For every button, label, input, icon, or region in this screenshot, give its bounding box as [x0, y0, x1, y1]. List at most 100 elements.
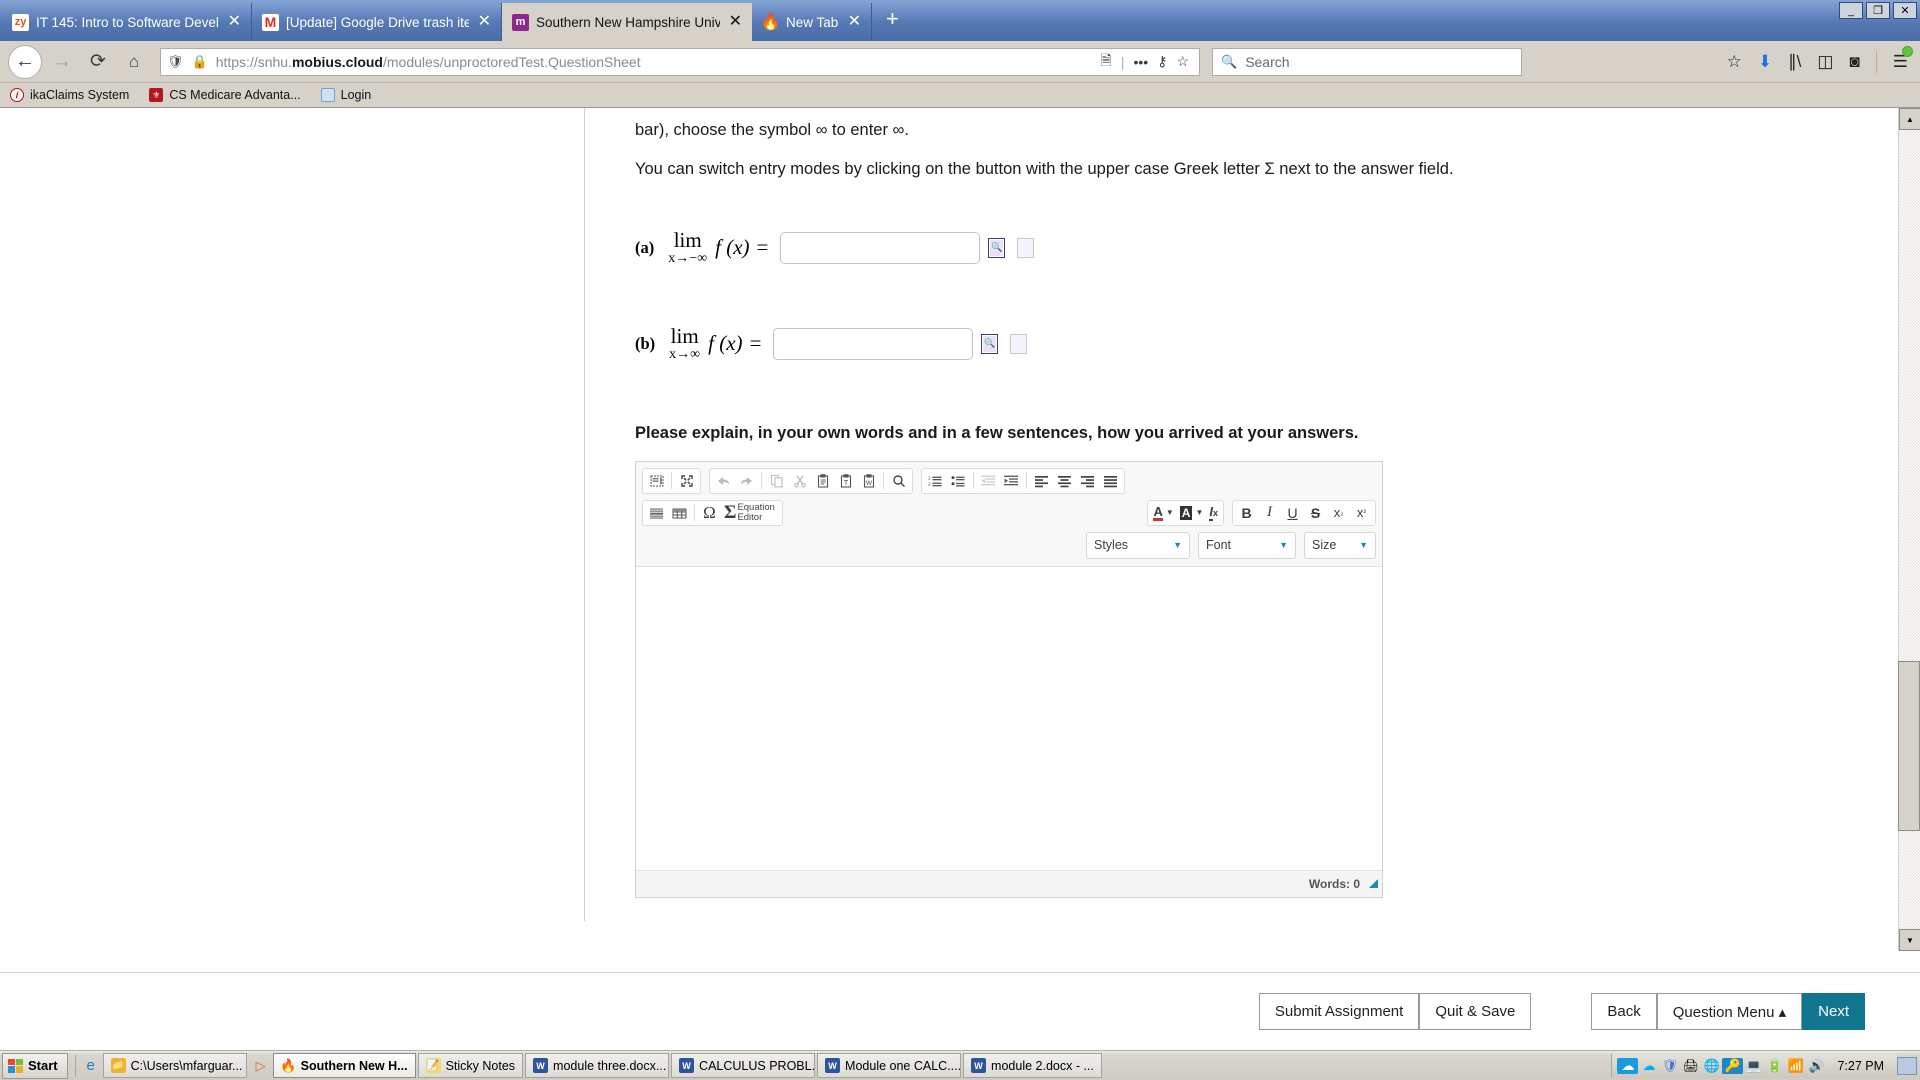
printer-icon[interactable]: 🖨 [1680, 1058, 1701, 1074]
scrollbar-thumb[interactable] [1898, 661, 1920, 831]
taskbar-clock[interactable]: 7:27 PM [1827, 1059, 1892, 1073]
align-left-button[interactable] [1030, 469, 1053, 493]
search-bar[interactable]: 🔍 Search [1212, 47, 1522, 76]
background-color-button[interactable]: A ▼ [1177, 501, 1207, 525]
remove-format-button[interactable]: Ix [1206, 501, 1221, 525]
styles-dropdown[interactable]: Styles ▼ [1086, 531, 1190, 559]
network-globe-icon[interactable]: 🌐 [1701, 1058, 1722, 1074]
justify-button[interactable] [1099, 469, 1122, 493]
browser-tab[interactable]: zy IT 145: Intro to Software Develop ✕ [2, 3, 252, 41]
taskbar-item-active[interactable]: 🔥 Southern New H... [272, 1053, 416, 1078]
vertical-scrollbar[interactable]: ▲ ▼ [1898, 108, 1920, 951]
taskbar-item[interactable]: W module three.docx... [525, 1053, 670, 1078]
pocket-icon[interactable]: ⚷ [1157, 53, 1167, 70]
signal-icon[interactable]: 📶 [1785, 1058, 1806, 1074]
math-entry-icon[interactable] [988, 237, 1006, 258]
bookmark-item[interactable]: Login [320, 88, 371, 102]
show-desktop-button[interactable] [1897, 1056, 1917, 1075]
save-to-pocket-icon[interactable]: ☆ [1727, 52, 1742, 72]
menu-icon[interactable]: ☰ [1893, 45, 1913, 72]
browser-tab[interactable]: 🔥 New Tab ✕ [752, 3, 872, 41]
scroll-up-button[interactable]: ▲ [1899, 108, 1920, 130]
next-button[interactable]: Next [1802, 993, 1865, 1030]
answer-input-b[interactable] [773, 327, 974, 360]
bookmark-item[interactable]: i ikaClaims System [10, 88, 129, 102]
paste-button[interactable] [811, 469, 834, 493]
text-color-button[interactable]: A ▼ [1150, 501, 1176, 525]
math-entry-icon[interactable] [981, 333, 999, 354]
downloads-icon[interactable]: ⬇ [1758, 52, 1772, 72]
antivirus-icon[interactable]: 🔑 [1722, 1057, 1744, 1074]
media-player-icon[interactable]: ▷ [249, 1058, 273, 1074]
subscript-button[interactable]: x₂ [1327, 501, 1350, 525]
start-button[interactable]: Start [2, 1052, 68, 1079]
special-character-button[interactable]: Ω [698, 501, 721, 525]
browser-tab[interactable]: M [Update] Google Drive trash items ✕ [252, 3, 502, 41]
account-icon[interactable]: ◙ [1849, 52, 1859, 72]
close-icon[interactable]: ✕ [727, 14, 744, 30]
library-icon[interactable]: ∥\ [1788, 52, 1801, 72]
taskbar-item[interactable]: 📁 C:\Users\mfarguar... [102, 1053, 247, 1078]
size-dropdown[interactable]: Size ▼ [1304, 531, 1376, 559]
skype-icon[interactable]: ☁ [1638, 1058, 1659, 1074]
preview-icon[interactable] [1010, 333, 1028, 354]
volume-icon[interactable]: 🔊 [1806, 1058, 1827, 1074]
resize-grip[interactable] [1369, 879, 1378, 888]
align-center-button[interactable] [1053, 469, 1076, 493]
editor-body[interactable] [636, 566, 1382, 870]
outdent-button[interactable] [977, 469, 1000, 493]
undo-button[interactable] [712, 469, 735, 493]
copy-button[interactable] [765, 469, 788, 493]
paste-as-text-button[interactable]: T [834, 469, 857, 493]
taskbar-item[interactable]: W Module one CALC.... [817, 1053, 962, 1078]
find-button[interactable] [887, 469, 910, 493]
italic-button[interactable]: I [1258, 501, 1281, 525]
bookmark-item[interactable]: ⚜ CS Medicare Advanta... [149, 88, 301, 102]
internet-explorer-icon[interactable]: e [79, 1057, 103, 1074]
strikethrough-button[interactable]: S [1304, 501, 1327, 525]
preview-icon[interactable] [1017, 237, 1035, 258]
taskbar-item[interactable]: W module 2.docx - ... [963, 1053, 1102, 1078]
cut-button[interactable] [788, 469, 811, 493]
forward-navigation-icon[interactable]: → [46, 47, 78, 77]
reader-view-icon[interactable]: 🗎 [1101, 50, 1112, 74]
close-icon[interactable]: ✕ [846, 14, 863, 30]
numbered-list-button[interactable]: 12 [924, 469, 947, 493]
paste-from-word-button[interactable]: W [857, 469, 880, 493]
url-bar[interactable]: 🛡 🔒 https://snhu.mobius.cloud/modules/un… [160, 47, 1200, 76]
tracking-protection-icon[interactable]: 🛡 [167, 54, 184, 70]
bookmark-star-icon[interactable]: ☆ [1176, 53, 1189, 70]
browser-tab-active[interactable]: m Southern New Hampshire Universi ✕ [502, 3, 752, 41]
taskbar-item[interactable]: 📝 Sticky Notes [417, 1053, 524, 1078]
submit-assignment-button[interactable]: Submit Assignment [1258, 993, 1420, 1030]
reload-icon[interactable]: ⟳ [82, 47, 114, 77]
align-right-button[interactable] [1076, 469, 1099, 493]
close-icon[interactable]: ✕ [476, 14, 493, 30]
back-button[interactable]: Back [1591, 993, 1657, 1030]
indent-button[interactable] [1000, 469, 1023, 493]
security-shield-icon[interactable]: 🛡 [1659, 1058, 1680, 1074]
answer-input-a[interactable] [780, 231, 981, 264]
superscript-button[interactable]: x² [1350, 501, 1373, 525]
close-window-button[interactable]: ✕ [1893, 2, 1917, 19]
question-menu-button[interactable]: Question Menu ▴ [1656, 993, 1803, 1030]
close-icon[interactable]: ✕ [226, 14, 243, 30]
onedrive-icon[interactable]: ☁ [1617, 1057, 1639, 1074]
battery-icon[interactable]: 🔋 [1764, 1058, 1785, 1074]
font-dropdown[interactable]: Font ▼ [1198, 531, 1296, 559]
bulleted-list-button[interactable] [947, 469, 970, 493]
back-navigation-icon[interactable]: ← [8, 44, 42, 79]
scroll-down-button[interactable]: ▼ [1899, 929, 1920, 951]
quit-and-save-button[interactable]: Quit & Save [1419, 993, 1532, 1030]
equation-editor-button[interactable]: Σ Equation Editor [721, 501, 780, 525]
sidebar-icon[interactable]: ◫ [1817, 52, 1833, 72]
display-icon[interactable]: 💻 [1743, 1058, 1764, 1074]
horizontal-rule-button[interactable] [645, 501, 668, 525]
taskbar-item[interactable]: W CALCULUS PROBL... [671, 1053, 816, 1078]
maximize-button[interactable] [675, 469, 698, 493]
maximize-button[interactable]: ❐ [1866, 2, 1890, 19]
source-button[interactable] [645, 469, 668, 493]
underline-button[interactable]: U [1281, 501, 1304, 525]
new-tab-button[interactable]: + [872, 7, 913, 34]
minimize-button[interactable]: _ [1839, 2, 1863, 19]
